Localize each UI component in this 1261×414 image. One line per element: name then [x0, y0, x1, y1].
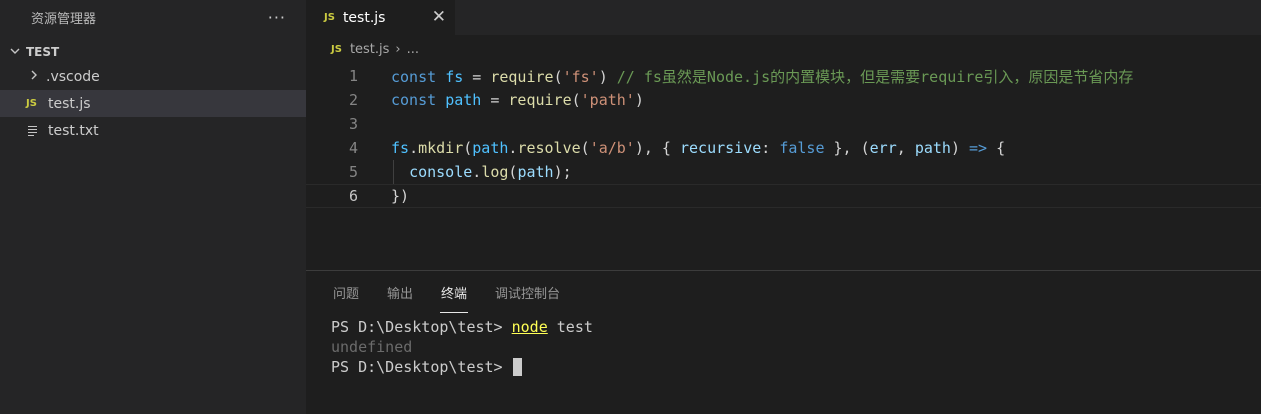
javascript-file-icon: JS: [324, 12, 335, 23]
tab-problems[interactable]: 问题: [333, 271, 359, 313]
terminal-output: undefined: [331, 338, 413, 356]
line-number: 3: [348, 115, 358, 133]
code-line: 3: [306, 112, 1261, 136]
chevron-right-icon: [30, 69, 46, 84]
code-line: 5 console.log(path);: [306, 160, 1261, 184]
tree-item-test-txt[interactable]: test.txt: [0, 117, 306, 144]
code-text: const fs = require('fs') // fs虽然是Node.js…: [391, 67, 1134, 86]
code-line-current: 6 }): [306, 184, 1261, 208]
code-line: 1 const fs = require('fs') // fs虽然是Node.…: [306, 64, 1261, 88]
code-editor[interactable]: 1 const fs = require('fs') // fs虽然是Node.…: [306, 64, 1261, 208]
javascript-file-icon: JS: [331, 43, 342, 55]
line-number: 6: [348, 187, 358, 205]
line-number: 1: [348, 67, 358, 85]
tab-label: test.js: [342, 9, 386, 26]
folder-section-label: TEST: [26, 45, 60, 59]
line-number: 4: [348, 139, 358, 157]
indent-guide: [393, 160, 394, 184]
code-text: console.log(path);: [409, 163, 572, 181]
panel-tabs: 问题 输出 终端 调试控制台: [306, 271, 1261, 313]
code-line: 2 const path = require('path'): [306, 88, 1261, 112]
tree-item-label: test.txt: [48, 122, 99, 139]
editor-area: JS test.js ✕ JS test.js › ... 1 const fs…: [306, 0, 1261, 270]
tab-test-js[interactable]: JS test.js ✕: [306, 0, 455, 35]
chevron-down-icon: [10, 46, 26, 59]
more-actions-icon[interactable]: ···: [268, 8, 286, 27]
terminal-line: PS D:\Desktop\test>: [331, 357, 1261, 377]
tree-item-label: test.js: [48, 95, 91, 112]
explorer-header: 资源管理器 ···: [0, 0, 306, 35]
terminal-line: PS D:\Desktop\test> node test: [331, 318, 593, 336]
bottom-panel: 问题 输出 终端 调试控制台 PS D:\Desktop\test> node …: [306, 270, 1261, 414]
line-number: 5: [348, 163, 358, 181]
tree-item-test-js[interactable]: JS test.js: [0, 90, 306, 117]
breadcrumb-file[interactable]: test.js: [350, 42, 389, 57]
tab-debug-console[interactable]: 调试控制台: [495, 271, 560, 313]
breadcrumb-separator-icon: ›: [395, 41, 401, 57]
tree-item-vscode[interactable]: .vscode: [0, 63, 306, 90]
explorer-title: 资源管理器: [31, 12, 97, 27]
line-number: 2: [348, 91, 358, 109]
terminal[interactable]: PS D:\Desktop\test> node test undefined …: [306, 313, 1261, 377]
breadcrumb-symbols[interactable]: ...: [407, 42, 419, 57]
code-line: 4 fs.mkdir(path.resolve('a/b'), { recurs…: [306, 136, 1261, 160]
editor-tabbar: JS test.js ✕: [306, 0, 1261, 35]
tab-terminal[interactable]: 终端: [440, 271, 469, 313]
explorer-sidebar: 资源管理器 ··· TEST .vscode JS test.js test.t…: [0, 0, 306, 414]
folder-section-test[interactable]: TEST: [0, 41, 306, 63]
close-icon[interactable]: ✕: [432, 7, 446, 27]
text-file-icon: [26, 125, 48, 137]
tree-item-label: .vscode: [46, 68, 100, 85]
code-text: const path = require('path'): [391, 91, 644, 109]
terminal-cursor: [512, 358, 522, 376]
code-text: fs.mkdir(path.resolve('a/b'), { recursiv…: [391, 139, 1006, 157]
tab-output[interactable]: 输出: [387, 271, 413, 313]
javascript-file-icon: JS: [26, 98, 37, 109]
code-text: }): [391, 187, 410, 205]
breadcrumb: JS test.js › ...: [306, 35, 1261, 63]
